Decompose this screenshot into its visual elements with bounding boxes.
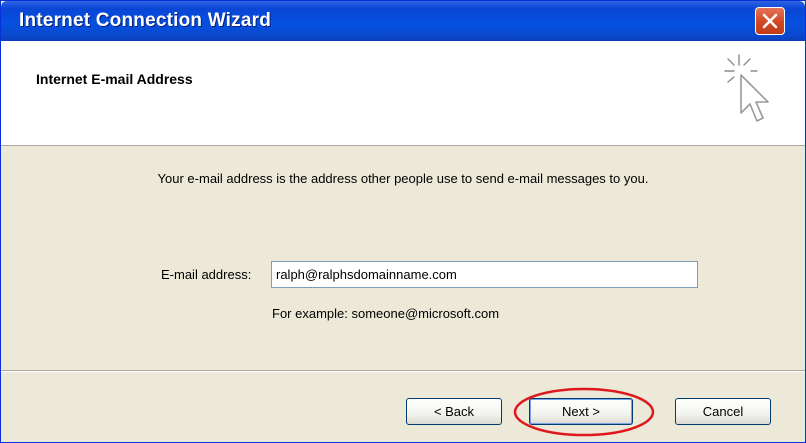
wizard-window: Internet Connection Wizard Internet E-ma… bbox=[0, 0, 806, 443]
wizard-header: Internet E-mail Address bbox=[1, 41, 805, 146]
back-button[interactable]: < Back bbox=[406, 398, 502, 425]
next-button[interactable]: Next > bbox=[529, 398, 633, 425]
description-text: Your e-mail address is the address other… bbox=[157, 171, 649, 186]
email-example-hint: For example: someone@microsoft.com bbox=[272, 306, 500, 321]
close-button[interactable] bbox=[755, 7, 785, 35]
page-title: Internet E-mail Address bbox=[36, 71, 193, 87]
cancel-button[interactable]: Cancel bbox=[675, 398, 771, 425]
email-address-label: E-mail address: bbox=[161, 267, 252, 282]
email-address-input[interactable] bbox=[271, 261, 698, 288]
close-icon bbox=[762, 13, 778, 29]
wizard-sparkle-cursor-icon bbox=[724, 54, 769, 122]
window-title: Internet Connection Wizard bbox=[19, 10, 272, 31]
title-bar[interactable]: Internet Connection Wizard bbox=[1, 1, 805, 41]
footer-separator bbox=[1, 370, 805, 372]
